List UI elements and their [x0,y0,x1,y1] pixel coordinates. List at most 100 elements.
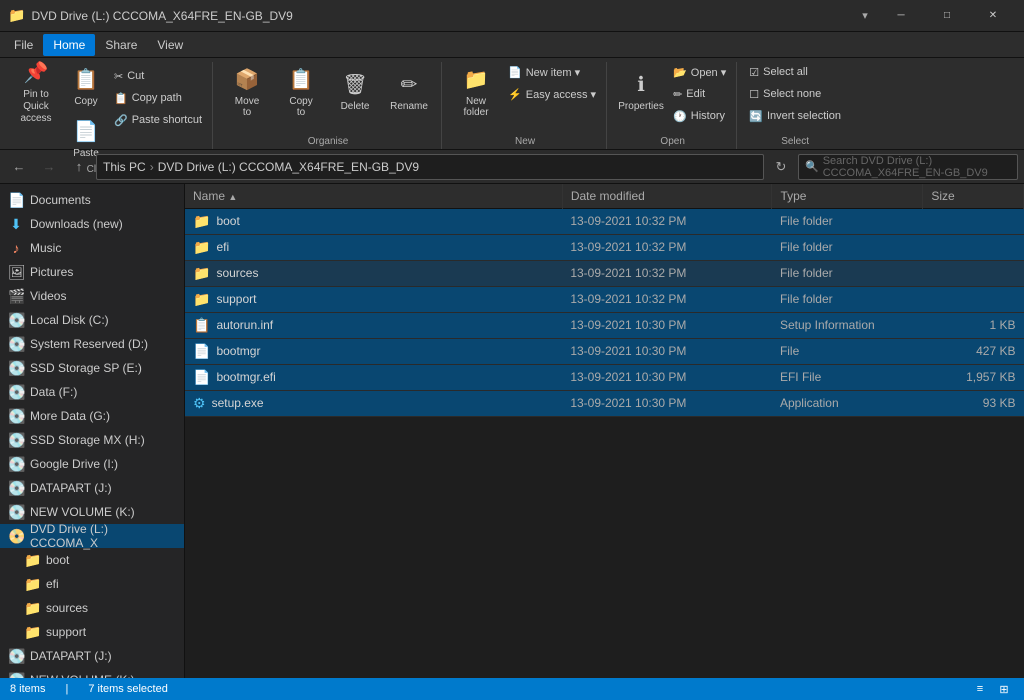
new-folder-button[interactable]: 📁 Newfolder [450,62,502,122]
col-size[interactable]: Size [923,184,1024,208]
sidebar-item-ssd-storage-e[interactable]: 💽 SSD Storage SP (E:) [0,356,184,380]
sidebar-item-downloads[interactable]: ⬇ Downloads (new) [0,212,184,236]
file-name-cell[interactable]: 📁 efi [185,234,562,260]
disk-f-icon: 💽 [8,384,24,401]
menu-item-view[interactable]: View [147,34,193,56]
menu-item-file[interactable]: File [4,34,43,56]
history-button[interactable]: 🕐 History [669,106,730,126]
file-date: 13-09-2021 10:30 PM [562,338,772,364]
file-name-cell[interactable]: 📄 bootmgr.efi [185,364,562,390]
sidebar-item-local-disk-c[interactable]: 💽 Local Disk (C:) [0,308,184,332]
dvd-drive-icon: 📀 [8,528,24,545]
sidebar-item-datapart-j[interactable]: 💽 DATAPART (J:) [0,476,184,500]
sidebar-item-documents[interactable]: 📄 Documents [0,188,184,212]
file-name-cell[interactable]: 📄 bootmgr [185,338,562,364]
file-name-text: boot [216,214,239,228]
sidebar-item-sub-boot[interactable]: 📁 boot [0,548,184,572]
sidebar-item-pictures[interactable]: 🖼 Pictures [0,260,184,284]
disk-c-icon: 💽 [8,312,24,329]
sidebar-item-new-volume-k[interactable]: 💽 NEW VOLUME (K:) [0,500,184,524]
cut-icon: ✂ [114,70,123,83]
open-button[interactable]: 📂 Open ▾ [669,62,730,82]
sidebar-item-more-data-g[interactable]: 💽 More Data (G:) [0,404,184,428]
new-folder-icon: 📁 [464,67,489,92]
table-row[interactable]: 📁 sources 13-09-2021 10:32 PM File folde… [185,260,1024,286]
sidebar-item-dvd-drive-l[interactable]: 📀 DVD Drive (L:) CCCOMA_X [0,524,184,548]
close-button[interactable]: ✕ [970,0,1016,32]
easy-access-button[interactable]: ⚡ Easy access ▾ [504,84,600,104]
cut-button[interactable]: ✂ Cut [110,66,206,86]
col-name[interactable]: Name ▲ [185,184,562,208]
sidebar-item-music[interactable]: ♪ Music [0,236,184,260]
file-area[interactable]: Name ▲ Date modified Type Size 📁 boot 13… [185,184,1024,678]
copy-path-button[interactable]: 📋 Copy path [110,88,206,108]
ribbon-group-organise: 📦 Moveto 📋 Copyto 🗑 Delete ✏ Rename Orga… [215,62,442,149]
rename-button[interactable]: ✏ Rename [383,62,435,122]
file-name-text: bootmgr.efi [216,370,275,384]
file-size [923,260,1024,286]
path-bar[interactable]: This PC › DVD Drive (L:) CCCOMA_X64FRE_E… [96,154,764,180]
minimize-button[interactable]: ─ [878,0,924,32]
forward-button[interactable]: → [36,154,62,180]
new-item-icon: 📄 [508,66,522,79]
table-row[interactable]: 📁 support 13-09-2021 10:32 PM File folde… [185,286,1024,312]
status-separator: | [65,683,68,695]
maximize-button[interactable]: □ [924,0,970,32]
open-icon: 📂 [673,66,687,79]
pin-to-quick-access-button[interactable]: 📌 Pin to Quickaccess [10,62,62,122]
new-item-button[interactable]: 📄 New item ▾ [504,62,600,82]
table-row[interactable]: 📄 bootmgr.efi 13-09-2021 10:30 PM EFI Fi… [185,364,1024,390]
table-row[interactable]: 📁 efi 13-09-2021 10:32 PM File folder [185,234,1024,260]
sidebar-item-system-reserved-d[interactable]: 💽 System Reserved (D:) [0,332,184,356]
sidebar-item-ssd-storage-h[interactable]: 💽 SSD Storage MX (H:) [0,428,184,452]
col-type[interactable]: Type [772,184,923,208]
file-name-cell[interactable]: 📁 sources [185,260,562,286]
file-name-text: support [216,292,256,306]
refresh-button[interactable]: ↻ [768,154,794,180]
clipboard-buttons: 📌 Pin to Quickaccess 📋 Copy 📄 Paste ✂ Cu… [10,62,206,164]
select-none-button[interactable]: ☐ Select none [745,84,845,104]
file-name-cell[interactable]: 📁 support [185,286,562,312]
details-view-button[interactable]: ≡ [970,679,990,699]
table-row[interactable]: 📄 bootmgr 13-09-2021 10:30 PM File 427 K… [185,338,1024,364]
path-dvd-drive[interactable]: DVD Drive (L:) CCCOMA_X64FRE_EN-GB_DV9 [158,160,419,174]
file-table: Name ▲ Date modified Type Size 📁 boot 13… [185,184,1024,417]
sidebar-item-sub-support[interactable]: 📁 support [0,620,184,644]
search-bar[interactable]: 🔍 Search DVD Drive (L:) CCCOMA_X64FRE_EN… [798,154,1018,180]
organise-buttons: 📦 Moveto 📋 Copyto 🗑 Delete ✏ Rename [221,62,435,136]
col-date[interactable]: Date modified [562,184,772,208]
table-row[interactable]: 📁 boot 13-09-2021 10:32 PM File folder [185,208,1024,234]
up-button[interactable]: ↑ [66,154,92,180]
file-date: 13-09-2021 10:32 PM [562,208,772,234]
copy-to-button[interactable]: 📋 Copyto [275,62,327,122]
sidebar-item-data-f[interactable]: 💽 Data (F:) [0,380,184,404]
menu-item-share[interactable]: Share [95,34,147,56]
move-to-button[interactable]: 📦 Moveto [221,62,273,122]
paste-shortcut-button[interactable]: 🔗 Paste shortcut [110,110,206,130]
properties-button[interactable]: ℹ Properties [615,62,667,122]
sidebar-item-videos[interactable]: 🎬 Videos [0,284,184,308]
window-controls: ▾ ─ □ ✕ [852,0,1016,32]
copy-button[interactable]: 📋 Copy [64,62,108,112]
table-row[interactable]: ⚙ setup.exe 13-09-2021 10:30 PM Applicat… [185,390,1024,416]
sidebar-item-sub-efi[interactable]: 📁 efi [0,572,184,596]
sidebar-item-new-volume-k2[interactable]: 💽 NEW VOLUME (K:) [0,668,184,678]
back-button[interactable]: ← [6,154,32,180]
invert-selection-button[interactable]: 🔄 Invert selection [745,106,845,126]
sidebar-item-sub-sources[interactable]: 📁 sources [0,596,184,620]
path-this-pc[interactable]: This PC [103,160,146,174]
quick-access-btn[interactable]: ▾ [852,0,878,32]
file-name-cell[interactable]: ⚙ setup.exe [185,390,562,416]
edit-button[interactable]: ✏ Edit [669,84,730,104]
file-name-cell[interactable]: 📋 autorun.inf [185,312,562,338]
delete-button[interactable]: 🗑 Delete [329,62,381,122]
google-drive-icon: 💽 [8,456,24,473]
sidebar-item-datapart-j2[interactable]: 💽 DATAPART (J:) [0,644,184,668]
table-row[interactable]: 📋 autorun.inf 13-09-2021 10:30 PM Setup … [185,312,1024,338]
menu-item-home[interactable]: Home [43,34,95,56]
select-all-button[interactable]: ☑ Select all [745,62,845,82]
file-name-cell[interactable]: 📁 boot [185,208,562,234]
tiles-view-button[interactable]: ⊞ [994,679,1014,699]
sidebar-item-google-drive-i[interactable]: 💽 Google Drive (I:) [0,452,184,476]
ribbon-group-new: 📁 Newfolder 📄 New item ▾ ⚡ Easy access ▾… [444,62,607,149]
